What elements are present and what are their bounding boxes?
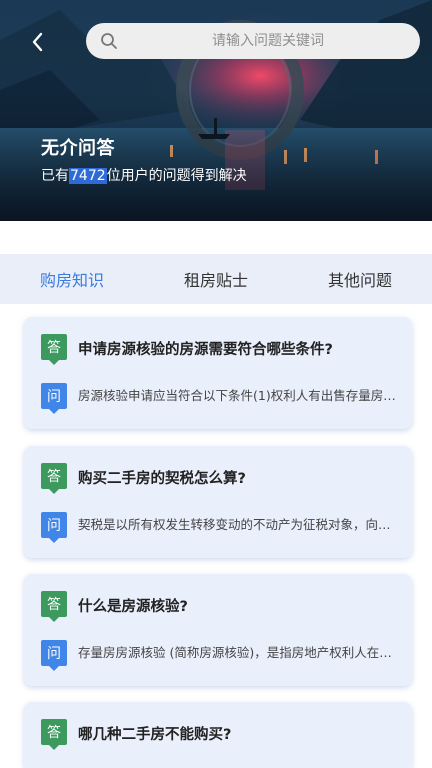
search-bar[interactable]	[86, 23, 420, 59]
answer-preview: 房源核验申请应当符合以下条件(1)权利人有出售存量房屋的意愿...	[78, 388, 398, 403]
search-input[interactable]	[130, 23, 406, 59]
user-count: 7472	[69, 168, 107, 184]
search-icon	[101, 33, 117, 49]
subtitle-prefix: 已有	[41, 168, 69, 184]
ask-badge-icon: 问	[41, 640, 67, 671]
back-button[interactable]	[22, 26, 54, 58]
tab-renting-tips[interactable]: 租房贴士	[144, 254, 288, 304]
answer-preview: 存量房房源核验 (简称房源核验)，是指房地产权利人在出售房屋前...	[78, 645, 398, 660]
tab-home-buying[interactable]: 购房知识	[0, 254, 144, 304]
hero-banner: 无介问答 已有7472位用户的问题得到解决	[0, 0, 432, 221]
qa-card[interactable]: 答 购买二手房的契税怎么算? 问 契税是以所有权发生转移变动的不动产为征税对象，…	[24, 446, 412, 558]
subtitle-suffix: 位用户的问题得到解决	[106, 168, 247, 184]
category-tabs: 购房知识 租房贴士 其他问题	[0, 254, 432, 304]
question-title: 购买二手房的契税怎么算?	[78, 471, 246, 487]
question-title: 哪几种二手房不能购买?	[78, 727, 232, 743]
resolved-users-text: 已有7472位用户的问题得到解决	[41, 165, 247, 185]
page-title: 无介问答	[41, 138, 115, 159]
chevron-left-icon	[32, 32, 43, 52]
ask-badge-icon: 问	[41, 383, 67, 414]
qa-card[interactable]: 答 什么是房源核验? 问 存量房房源核验 (简称房源核验)，是指房地产权利人在出…	[24, 574, 412, 686]
answer-badge-icon: 答	[41, 334, 67, 365]
answer-badge-icon: 答	[41, 719, 67, 750]
question-title: 什么是房源核验?	[78, 599, 188, 615]
answer-preview: 契税是以所有权发生转移变动的不动产为征税对象，向产权承受人征收的...	[78, 517, 398, 532]
qa-card[interactable]: 答 哪几种二手房不能购买?	[24, 702, 412, 768]
tab-other-questions[interactable]: 其他问题	[288, 254, 432, 304]
qa-card[interactable]: 答 申请房源核验的房源需要符合哪些条件? 问 房源核验申请应当符合以下条件(1)…	[24, 317, 412, 429]
answer-badge-icon: 答	[41, 591, 67, 622]
question-title: 申请房源核验的房源需要符合哪些条件?	[78, 342, 333, 358]
answer-badge-icon: 答	[41, 463, 67, 494]
ask-badge-icon: 问	[41, 512, 67, 543]
